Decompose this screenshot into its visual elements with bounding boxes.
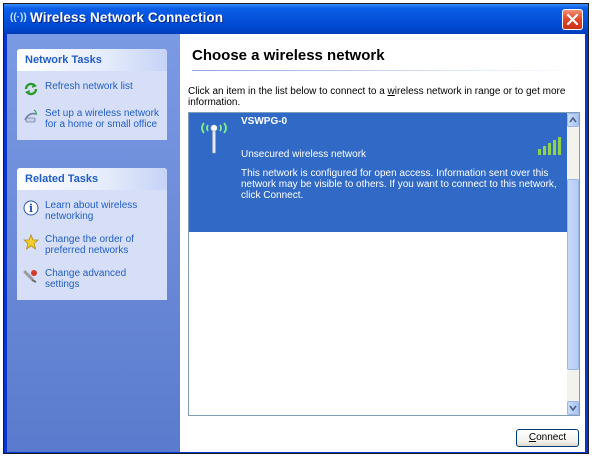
network-name: VSWPG-0 — [241, 116, 288, 127]
task-sidebar: Network Tasks Refresh network list Set u… — [7, 34, 180, 452]
page-title: Choose a wireless network — [192, 47, 385, 64]
related-tasks-panel: Related Tasks i Learn about wireless net… — [17, 168, 167, 300]
wireless-network-window: ((·)) Wireless Network Connection Networ… — [3, 3, 589, 454]
close-button[interactable] — [562, 9, 583, 30]
change-advanced-settings-label: Change advanced settings — [45, 268, 127, 290]
instructions-part-1: Click an item in the list below to conne… — [188, 86, 388, 97]
network-item-vswpg-0[interactable]: VSWPG-0 Unsecured wireless network This … — [189, 113, 568, 232]
scroll-up-button[interactable] — [567, 113, 579, 127]
svg-text:i: i — [29, 202, 33, 215]
network-tasks-header[interactable]: Network Tasks — [17, 49, 167, 71]
change-order-preferred-link[interactable]: Change the order of preferred networks — [23, 234, 163, 256]
setup-network-icon — [24, 109, 37, 123]
setup-wireless-network-label: Set up a wireless network for a home or … — [45, 108, 159, 130]
close-icon — [566, 13, 579, 26]
setup-wireless-network-link[interactable]: Set up a wireless network for a home or … — [23, 108, 163, 130]
connect-accelerator: C — [528, 432, 537, 443]
wireless-antenna-icon — [201, 122, 227, 154]
network-details: This network is configured for open acce… — [241, 168, 557, 201]
refresh-network-list-link[interactable]: Refresh network list — [23, 81, 163, 96]
info-icon: i — [23, 200, 39, 216]
wireless-network-list[interactable]: VSWPG-0 Unsecured wireless network This … — [188, 112, 580, 416]
change-advanced-settings-link[interactable]: Change advanced settings — [23, 268, 163, 290]
wireless-signal-icon: ((·)) — [10, 12, 27, 23]
scroll-thumb[interactable] — [567, 179, 579, 370]
star-icon — [23, 234, 39, 250]
chevron-down-icon — [569, 405, 577, 412]
instructions-accelerator: w — [387, 86, 395, 97]
network-list-scrollbar[interactable] — [567, 113, 579, 415]
refresh-icon — [24, 82, 38, 96]
settings-icon — [23, 270, 37, 283]
refresh-network-list-label: Refresh network list — [45, 81, 133, 92]
network-security-status: Unsecured wireless network — [241, 149, 367, 160]
related-tasks-header[interactable]: Related Tasks — [17, 168, 167, 190]
title-bar[interactable]: ((·)) Wireless Network Connection — [4, 4, 588, 34]
window-title: Wireless Network Connection — [30, 10, 224, 25]
window-frame-right — [585, 34, 588, 452]
connect-button[interactable]: Connect — [516, 429, 579, 447]
signal-strength-icon — [538, 137, 561, 155]
learn-wireless-link[interactable]: i Learn about wireless networking — [23, 200, 163, 222]
network-tasks-panel: Network Tasks Refresh network list Set u… — [17, 49, 167, 140]
window-client-area: Network Tasks Refresh network list Set u… — [7, 34, 585, 452]
learn-wireless-label: Learn about wireless networking — [45, 200, 138, 222]
title-divider — [192, 70, 582, 71]
main-pane: Choose a wireless network Click an item … — [180, 34, 585, 452]
connect-label: onnect — [536, 432, 567, 443]
instructions-text: Click an item in the list below to conne… — [188, 86, 573, 108]
scroll-down-button[interactable] — [567, 401, 579, 415]
change-order-preferred-label: Change the order of preferred networks — [45, 234, 134, 256]
chevron-up-icon — [569, 116, 577, 123]
